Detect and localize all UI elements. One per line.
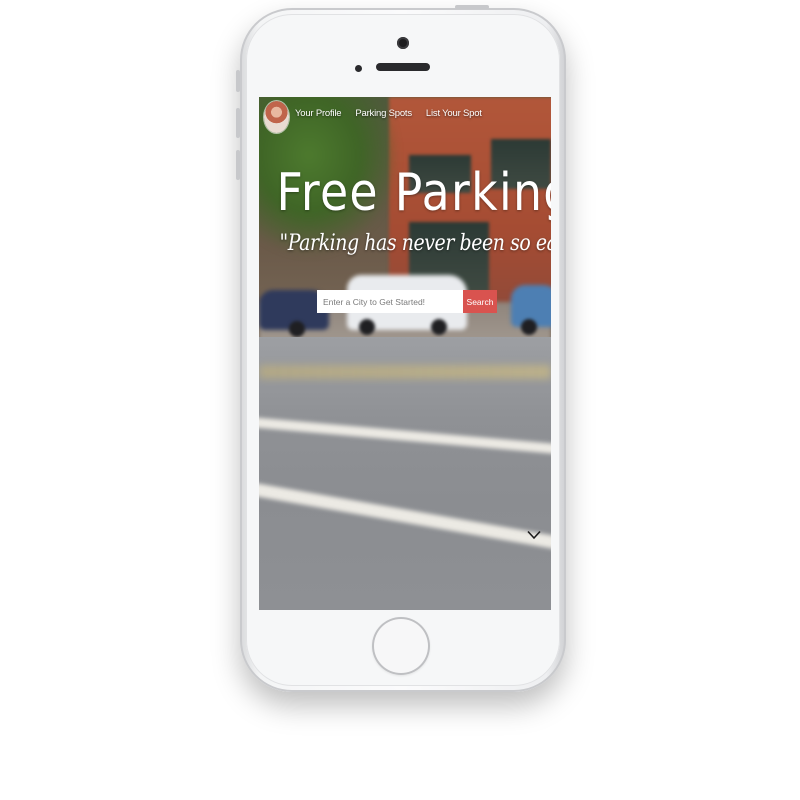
nav-parking-spots[interactable]: Parking Spots	[355, 108, 412, 119]
home-button[interactable]	[372, 617, 430, 675]
city-search-input[interactable]	[317, 290, 463, 313]
mute-switch	[236, 70, 240, 92]
power-button	[455, 5, 489, 9]
nav-your-profile[interactable]: Your Profile	[295, 108, 342, 119]
proximity-sensor	[355, 65, 362, 72]
earpiece-speaker	[376, 63, 430, 71]
nav-list-your-spot[interactable]: List Your Spot	[426, 108, 482, 119]
app-screen: Your Profile Parking Spots List Your Spo…	[259, 97, 551, 610]
hero-title: Free Parking	[276, 163, 551, 223]
avatar[interactable]	[264, 101, 289, 133]
chevron-down-icon[interactable]	[527, 530, 541, 540]
front-camera	[397, 37, 409, 49]
top-nav: Your Profile Parking Spots List Your Spo…	[295, 108, 482, 119]
search-button[interactable]: Search	[463, 290, 497, 313]
volume-up-button	[236, 108, 240, 138]
volume-down-button	[236, 150, 240, 180]
hero-tagline: "Parking has never been so easy!"	[279, 231, 551, 256]
